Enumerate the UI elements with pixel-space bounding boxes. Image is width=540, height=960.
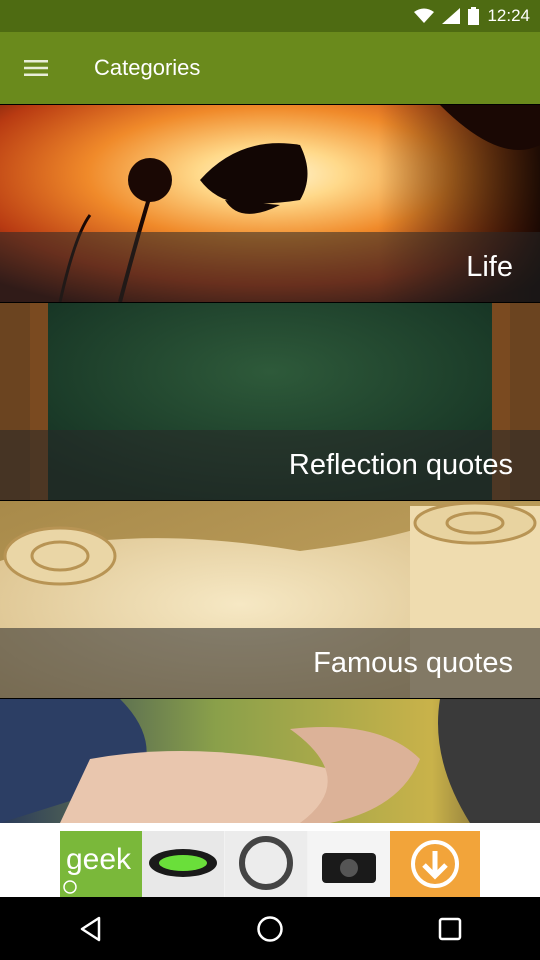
menu-button[interactable] xyxy=(0,32,72,104)
navigation-bar xyxy=(0,897,540,960)
ad-brand-text: geek xyxy=(66,843,132,876)
category-card-reflection-quotes[interactable]: Reflection quotes xyxy=(0,303,540,500)
ad-banner[interactable]: geek xyxy=(0,823,540,897)
back-icon xyxy=(80,916,101,941)
wifi-icon xyxy=(414,8,435,23)
category-label: Life xyxy=(466,250,513,283)
category-card-hands[interactable] xyxy=(0,699,540,823)
back-button[interactable] xyxy=(60,904,120,954)
home-icon xyxy=(257,915,283,942)
recents-icon xyxy=(438,917,462,940)
recents-button[interactable] xyxy=(420,904,480,954)
hamburger-menu-icon xyxy=(24,60,48,76)
category-label-bar: Life xyxy=(0,232,540,302)
page-title: Categories xyxy=(94,55,201,80)
category-label: Reflection quotes xyxy=(288,448,513,481)
hands-image xyxy=(0,699,540,823)
home-button[interactable] xyxy=(240,904,300,954)
category-label-bar: Reflection quotes xyxy=(0,430,540,500)
battery-icon xyxy=(468,7,480,25)
app-bar: Categories xyxy=(0,32,540,104)
signal-icon xyxy=(442,8,461,24)
category-label: Famous quotes xyxy=(313,646,513,679)
status-icons: 12:24 xyxy=(414,6,530,26)
status-time: 12:24 xyxy=(487,6,530,25)
status-bar: 12:24 xyxy=(0,0,540,32)
category-card-life[interactable]: Life xyxy=(0,105,540,302)
category-card-famous-quotes[interactable]: Famous quotes xyxy=(0,501,540,698)
category-label-bar: Famous quotes xyxy=(0,628,540,698)
